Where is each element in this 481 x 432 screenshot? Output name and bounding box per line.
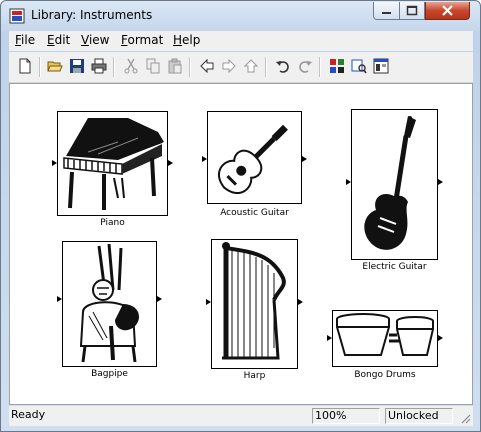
print-button[interactable] <box>89 56 109 76</box>
back-icon <box>200 58 214 74</box>
copy-button[interactable] <box>143 56 163 76</box>
status-text: Ready <box>11 408 46 421</box>
paste-button[interactable] <box>165 56 185 76</box>
bagpipe-output-port <box>157 296 162 302</box>
bongo-drums-output-port <box>438 335 443 341</box>
open-button[interactable] <box>45 56 65 76</box>
bagpipe-icon <box>79 243 139 363</box>
simulink-app-icon <box>9 8 25 24</box>
library-browser-icon <box>330 59 344 73</box>
toolbar <box>9 52 473 83</box>
save-icon <box>70 59 84 73</box>
redo-icon <box>299 61 312 73</box>
block-harp[interactable] <box>211 239 298 369</box>
maximize-icon <box>406 5 418 16</box>
maximize-button[interactable] <box>399 2 425 20</box>
debugger-icon <box>373 58 389 74</box>
zoom-level: 100% <box>312 408 380 424</box>
minimize-button[interactable] <box>373 2 400 20</box>
title-bar[interactable]: Library: Instruments <box>1 1 480 31</box>
save-button[interactable] <box>67 56 87 76</box>
block-label-bongo-drums: Bongo Drums <box>354 370 416 380</box>
electric-guitar-output-port <box>438 179 443 185</box>
block-piano[interactable] <box>57 111 168 216</box>
paste-icon <box>168 58 182 74</box>
block-label-harp: Harp <box>243 371 266 381</box>
block-acoustic-guitar[interactable] <box>207 111 302 204</box>
cut-icon <box>124 58 138 74</box>
open-icon <box>47 61 63 72</box>
piano-output-port <box>168 160 173 166</box>
block-label-bagpipe: Bagpipe <box>91 369 128 379</box>
back-button[interactable] <box>197 56 217 76</box>
model-explorer-button[interactable] <box>349 56 369 76</box>
electric-guitar-icon <box>364 116 416 250</box>
redo-button[interactable] <box>295 56 315 76</box>
close-icon <box>442 5 453 16</box>
up-button[interactable] <box>241 56 261 76</box>
new-button[interactable] <box>15 56 35 76</box>
cut-button[interactable] <box>121 56 141 76</box>
forward-button[interactable] <box>219 56 239 76</box>
forward-icon <box>222 58 236 74</box>
status-bar: Ready 100% Unlocked <box>9 406 473 426</box>
harp-icon <box>222 242 286 360</box>
window-title: Library: Instruments <box>31 8 153 22</box>
undo-icon <box>276 61 289 73</box>
copy-icon <box>146 58 160 74</box>
model-explorer-icon <box>351 59 367 74</box>
menu-format[interactable]: Format <box>121 33 163 47</box>
minimize-icon <box>382 12 391 14</box>
harp-output-port <box>298 299 303 305</box>
block-label-acoustic-guitar: Acoustic Guitar <box>220 208 289 218</box>
acoustic-guitar-output-port <box>302 156 307 162</box>
block-bagpipe[interactable] <box>62 241 157 367</box>
close-button[interactable] <box>425 2 470 20</box>
block-label-piano: Piano <box>100 218 125 228</box>
block-bongo-drums[interactable] <box>332 310 438 367</box>
menu-edit[interactable]: Edit <box>47 33 70 47</box>
lock-status: Unlocked <box>385 408 453 424</box>
library-canvas[interactable]: Piano Acoustic Guitar Electric Guitar Ba… <box>9 83 473 405</box>
window: Library: Instruments File Edit View Form… <box>0 0 481 432</box>
resize-grip-icon[interactable] <box>459 412 471 424</box>
new-icon <box>19 58 31 74</box>
menu-view[interactable]: View <box>81 33 109 47</box>
block-label-electric-guitar: Electric Guitar <box>362 262 427 272</box>
block-electric-guitar[interactable] <box>351 109 438 260</box>
piano-icon <box>63 118 164 210</box>
debugger-button[interactable] <box>371 56 391 76</box>
acoustic-guitar-icon <box>218 124 288 194</box>
menu-help[interactable]: Help <box>173 33 200 47</box>
menu-file[interactable]: File <box>15 33 35 47</box>
menu-bar: File Edit View Format Help <box>9 31 473 51</box>
print-icon <box>91 58 107 74</box>
bongo-drums-icon <box>336 313 434 356</box>
up-icon <box>243 59 259 73</box>
undo-button[interactable] <box>273 56 293 76</box>
library-browser-button[interactable] <box>327 56 347 76</box>
